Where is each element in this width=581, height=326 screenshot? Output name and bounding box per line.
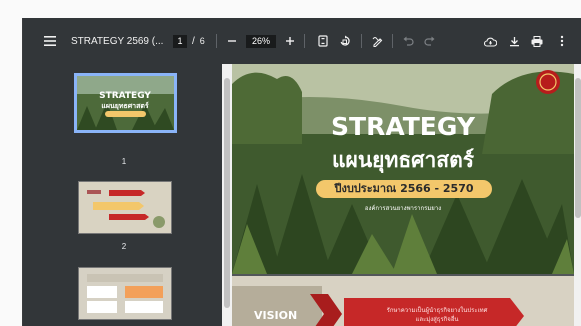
toolbar-divider [392, 34, 393, 48]
slide-subtitle: แผนยุทธศาสตร์ [331, 148, 475, 172]
download-icon[interactable] [505, 32, 523, 50]
slide-page-1: STRATEGY แผนยุทธศาสตร์ ปีงบประมาณ 2566 -… [232, 64, 574, 274]
zoom-input[interactable]: 26% [246, 34, 276, 48]
thumbnail-page-2[interactable] [78, 181, 172, 234]
zoom-in-icon[interactable] [281, 32, 299, 50]
slide-page-2: VISION รักษาความเป็นผู้นำธุรกิจยางในประเ… [232, 276, 574, 326]
toolbar: STRATEGY 2569 (... 1 / 6 26% [23, 18, 581, 64]
print-icon[interactable] [528, 32, 546, 50]
thumbnail-sidebar: STRATEGY แผนยุทธศาสตร์ 1 2 [23, 64, 232, 326]
page-separator: / [192, 35, 195, 47]
pdf-viewer: STRATEGY 2569 (... 1 / 6 26% STRATEGY แผ… [22, 18, 581, 326]
redo-icon[interactable] [420, 32, 438, 50]
page-number-input[interactable]: 1 [173, 34, 187, 48]
thumbnail-number-2: 2 [121, 242, 127, 251]
sidebar-scrollbar-thumb[interactable] [224, 78, 230, 308]
slide-title: STRATEGY [331, 112, 475, 141]
undo-icon[interactable] [399, 32, 417, 50]
zoom-out-icon[interactable] [223, 32, 241, 50]
toolbar-divider [216, 34, 217, 48]
vision-text-line-2: และมุ่งสู่ธุรกิจอื่น [415, 317, 459, 323]
organization-name: องค์การสวนยางพารากรมยาง [364, 205, 442, 212]
thumbnail-page-3[interactable] [78, 267, 172, 320]
budget-year-pill: ปีงบประมาณ 2566 - 2570 [316, 180, 492, 198]
draw-icon[interactable] [369, 32, 387, 50]
fit-page-icon[interactable] [314, 32, 332, 50]
thumbnail-number-1: 1 [121, 157, 127, 166]
page-total: 6 [199, 36, 205, 46]
document-title: STRATEGY 2569 (... [71, 35, 164, 47]
vision-label: VISION [254, 309, 298, 322]
toolbar-divider [304, 34, 305, 48]
rotate-icon[interactable] [336, 32, 354, 50]
svg-text:STRATEGY: STRATEGY [99, 91, 151, 101]
thumbnail-page-1[interactable]: STRATEGY แผนยุทธศาสตร์ [74, 73, 177, 133]
save-drive-icon[interactable] [481, 32, 499, 50]
document-scrollbar-thumb[interactable] [575, 78, 581, 218]
svg-text:แผนยุทธศาสตร์: แผนยุทธศาสตร์ [101, 101, 149, 110]
menu-icon[interactable] [41, 32, 59, 50]
toolbar-divider [361, 34, 362, 48]
more-icon[interactable] [553, 32, 571, 50]
